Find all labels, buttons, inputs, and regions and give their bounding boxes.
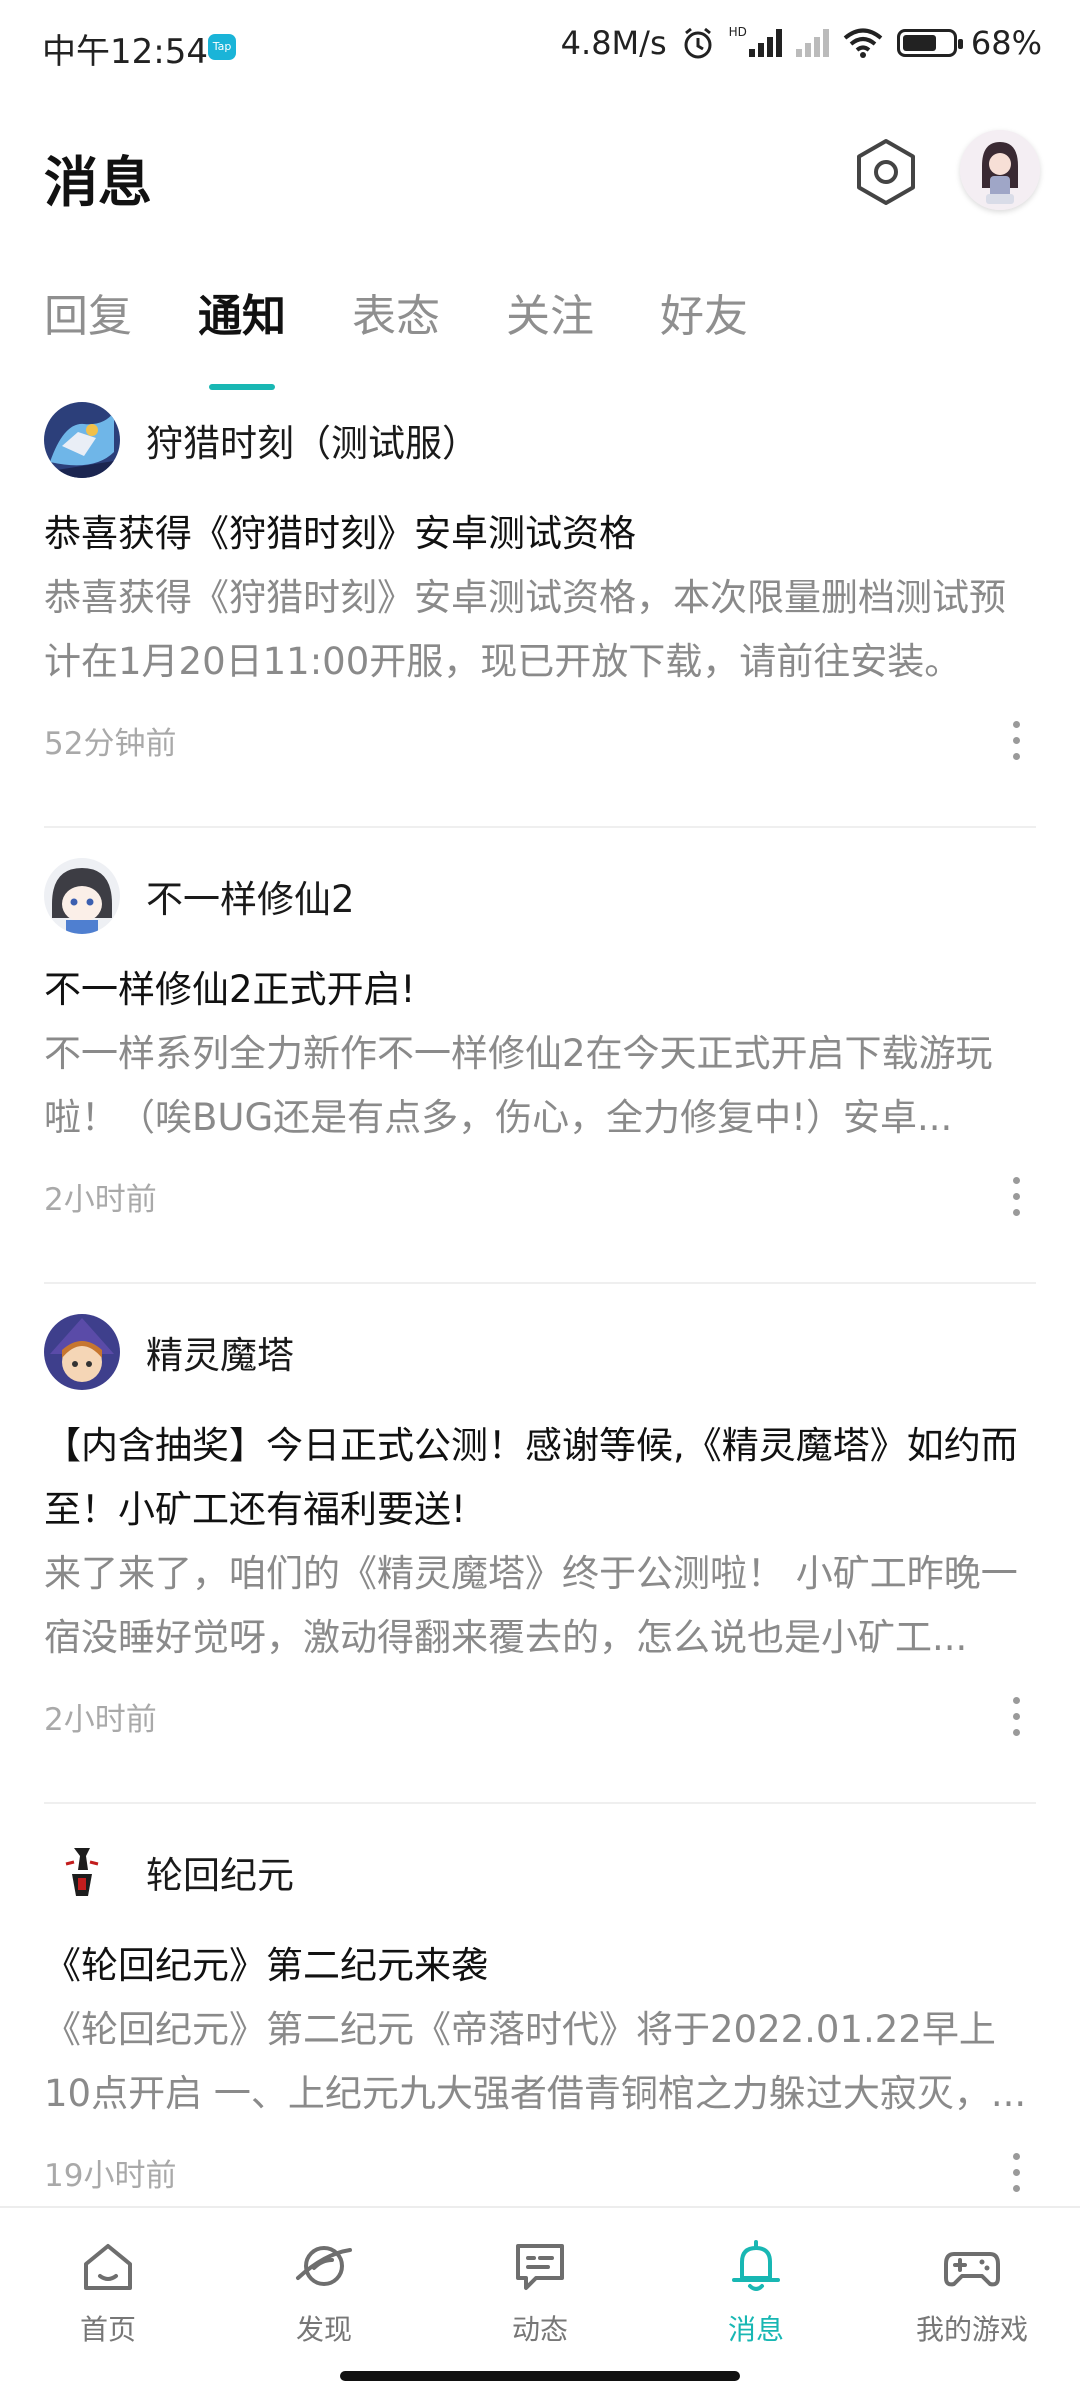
signal-off-icon [795,29,829,57]
notification-time: 19小时前 [44,2157,177,2194]
bell-icon [732,2240,780,2291]
notification-title: 《轮回纪元》第二纪元来袭 [44,1944,488,1987]
tab-1[interactable]: 通知 [198,280,286,344]
avatar-illustration [960,130,1040,210]
message-tabs: 回复 通知 表态 关注 好友 [44,280,748,344]
gamepad-icon [944,2252,1000,2287]
home-icon [84,2244,132,2290]
notification-item[interactable]: 不一样修仙2 不一样修仙2正式开启! 不一样系列全力新作不一样修仙2在今天正式开… [44,856,1036,1224]
tab-4[interactable]: 好友 [660,280,748,344]
settings-hexagon-icon [857,139,915,205]
status-bar: 中午12:54 Tap 4.8M/s HD 68% [0,0,1080,96]
home-indicator[interactable] [340,2371,740,2381]
network-speed: 4.8M/s [560,24,667,62]
alarm-icon [684,27,712,59]
discover-planet-icon [296,2246,352,2286]
more-options-icon[interactable] [996,1168,1036,1224]
notification-title: 不一样修仙2正式开启! [44,968,416,1011]
nav-label: 消息 [727,2313,784,2346]
nav-feed[interactable]: 动态 [432,2208,648,2362]
notification-item[interactable]: 精灵魔塔 【内含抽奖】今日正式公测！感谢等候,《精灵魔塔》如约而至！小矿工还有福… [44,1312,1036,1744]
nav-messages[interactable]: 消息 [648,2208,864,2362]
divider [44,1282,1036,1284]
notification-title: 【内含抽奖】今日正式公测！感谢等候,《精灵魔塔》如约而至！小矿工还有福利要送! [44,1424,1018,1531]
notification-time: 52分钟前 [44,725,177,762]
user-avatar[interactable] [960,130,1040,210]
game-icon-lunhui[interactable] [44,1834,120,1910]
notification-item[interactable]: 狩猎时刻（测试服） 恭喜获得《狩猎时刻》安卓测试资格 恭喜获得《狩猎时刻》安卓测… [44,400,1036,768]
taptap-badge-icon: Tap [208,34,236,60]
tab-3[interactable]: 关注 [506,280,594,344]
divider [44,1802,1036,1804]
bottom-navigation: 首页 发现 动态 消息 我的游戏 [0,2206,1080,2362]
notification-time: 2小时前 [44,1181,157,1218]
nav-label: 我的游戏 [915,2313,1028,2346]
tab-0[interactable]: 回复 [44,280,132,344]
notification-body: 来了来了，咱们的《精灵魔塔》终于公测啦！ 小矿工昨晚一宿没睡好觉呀，激动得翻来覆… [44,1552,1018,1659]
nav-home[interactable]: 首页 [0,2208,216,2362]
more-options-icon[interactable] [996,2144,1036,2200]
settings-button[interactable] [850,136,922,208]
notification-source: 不一样修仙2 [146,878,355,921]
tab-2[interactable]: 表态 [352,280,440,344]
divider [44,826,1036,828]
notification-time: 2小时前 [44,1701,157,1738]
notification-title: 恭喜获得《狩猎时刻》安卓测试资格 [44,512,636,555]
more-options-icon[interactable] [996,1688,1036,1744]
nav-label: 动态 [511,2313,568,2346]
nav-label: 发现 [295,2313,352,2346]
page-title: 消息 [44,151,152,214]
chat-feed-icon [516,2244,564,2290]
notification-source: 轮回纪元 [146,1854,294,1897]
nav-discover[interactable]: 发现 [216,2208,432,2362]
notification-source: 狩猎时刻（测试服） [146,422,479,465]
notification-body: 恭喜获得《狩猎时刻》安卓测试资格，本次限量删档测试预计在1月20日11:00开服… [44,576,1006,683]
notification-body: 《轮回纪元》第二纪元《帝落时代》将于2022.01.22早上10点开启 一、上纪… [44,2008,1027,2115]
notification-item[interactable]: 轮回纪元 《轮回纪元》第二纪元来袭 《轮回纪元》第二纪元《帝落时代》将于2022… [44,1832,1036,2200]
signal-icon [748,29,782,57]
notification-body: 不一样系列全力新作不一样修仙2在今天正式开启下载游玩啦！（唉BUG还是有点多，伤… [44,1032,993,1139]
battery-percent: 68% [970,24,1042,62]
battery-icon [896,29,963,57]
nav-my-games[interactable]: 我的游戏 [864,2208,1080,2362]
game-icon-xiuxian[interactable] [44,858,120,934]
notification-source: 精灵魔塔 [146,1334,294,1377]
more-options-icon[interactable] [996,712,1036,768]
wifi-icon [843,28,883,58]
hd-label: HD [728,25,747,39]
status-time: 中午12:54 [42,32,208,72]
game-icon-jingling[interactable] [44,1314,120,1390]
nav-label: 首页 [79,2313,136,2346]
game-icon-hunting[interactable] [44,402,120,478]
